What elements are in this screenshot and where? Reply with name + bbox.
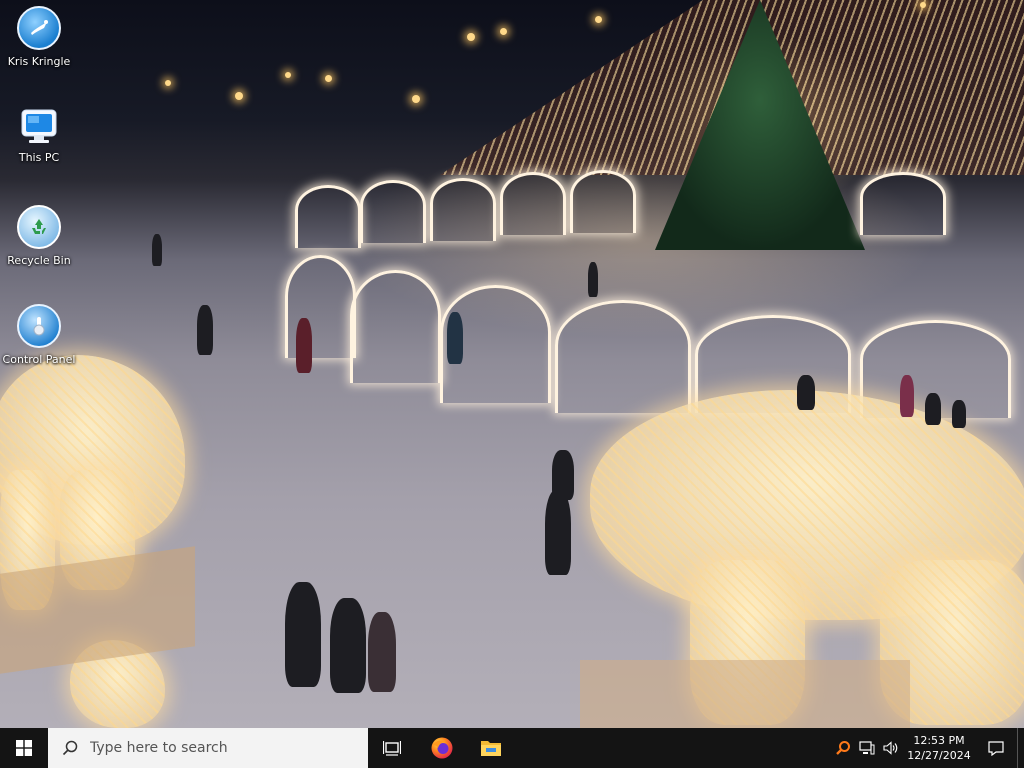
search-input[interactable] xyxy=(88,739,352,757)
desktop-icon-label: This PC xyxy=(18,151,60,164)
desktop-icon-this-pc[interactable]: This PC xyxy=(0,106,79,164)
start-button[interactable] xyxy=(0,728,48,768)
task-view-icon xyxy=(383,741,401,756)
network-button[interactable] xyxy=(855,728,879,768)
desktop-icon-label: Recycle Bin xyxy=(7,254,71,267)
network-icon xyxy=(859,741,875,755)
volume-button[interactable] xyxy=(879,728,903,768)
notifications-button[interactable] xyxy=(975,728,1017,768)
file-explorer-taskbar-button[interactable] xyxy=(468,728,514,768)
magnifier-orange-icon xyxy=(836,741,850,755)
taskbar: 12:53 PM 12/27/2024 xyxy=(0,728,1024,768)
firefox-icon xyxy=(431,737,453,759)
task-view-button[interactable] xyxy=(368,728,416,768)
desktop-wallpaper xyxy=(0,0,1024,728)
kris-kringle-icon xyxy=(17,6,61,50)
speaker-icon xyxy=(883,741,898,755)
control-panel-icon xyxy=(17,304,61,348)
recycle-bin-icon xyxy=(17,205,61,249)
desktop-icon-control-panel[interactable]: Control Panel xyxy=(0,304,79,366)
desktop-icon-kris-kringle[interactable]: Kris Kringle xyxy=(0,6,79,68)
tray-search-notification[interactable] xyxy=(831,728,855,768)
search-icon xyxy=(62,740,78,756)
desktop-icon-label: Control Panel xyxy=(2,353,76,366)
clock-time: 12:53 PM xyxy=(913,734,965,747)
show-desktop-button[interactable] xyxy=(1017,728,1024,768)
windows-icon xyxy=(16,740,32,756)
clock[interactable]: 12:53 PM 12/27/2024 xyxy=(903,728,975,768)
firefox-taskbar-button[interactable] xyxy=(416,728,468,768)
clock-date: 12/27/2024 xyxy=(907,749,971,762)
notification-icon xyxy=(988,741,1004,756)
taskbar-search-box[interactable] xyxy=(48,728,368,768)
desktop-icon-label: Kris Kringle xyxy=(7,55,71,68)
this-pc-icon xyxy=(19,106,59,146)
file-explorer-icon xyxy=(481,741,501,756)
desktop-icon-recycle-bin[interactable]: Recycle Bin xyxy=(0,205,79,267)
